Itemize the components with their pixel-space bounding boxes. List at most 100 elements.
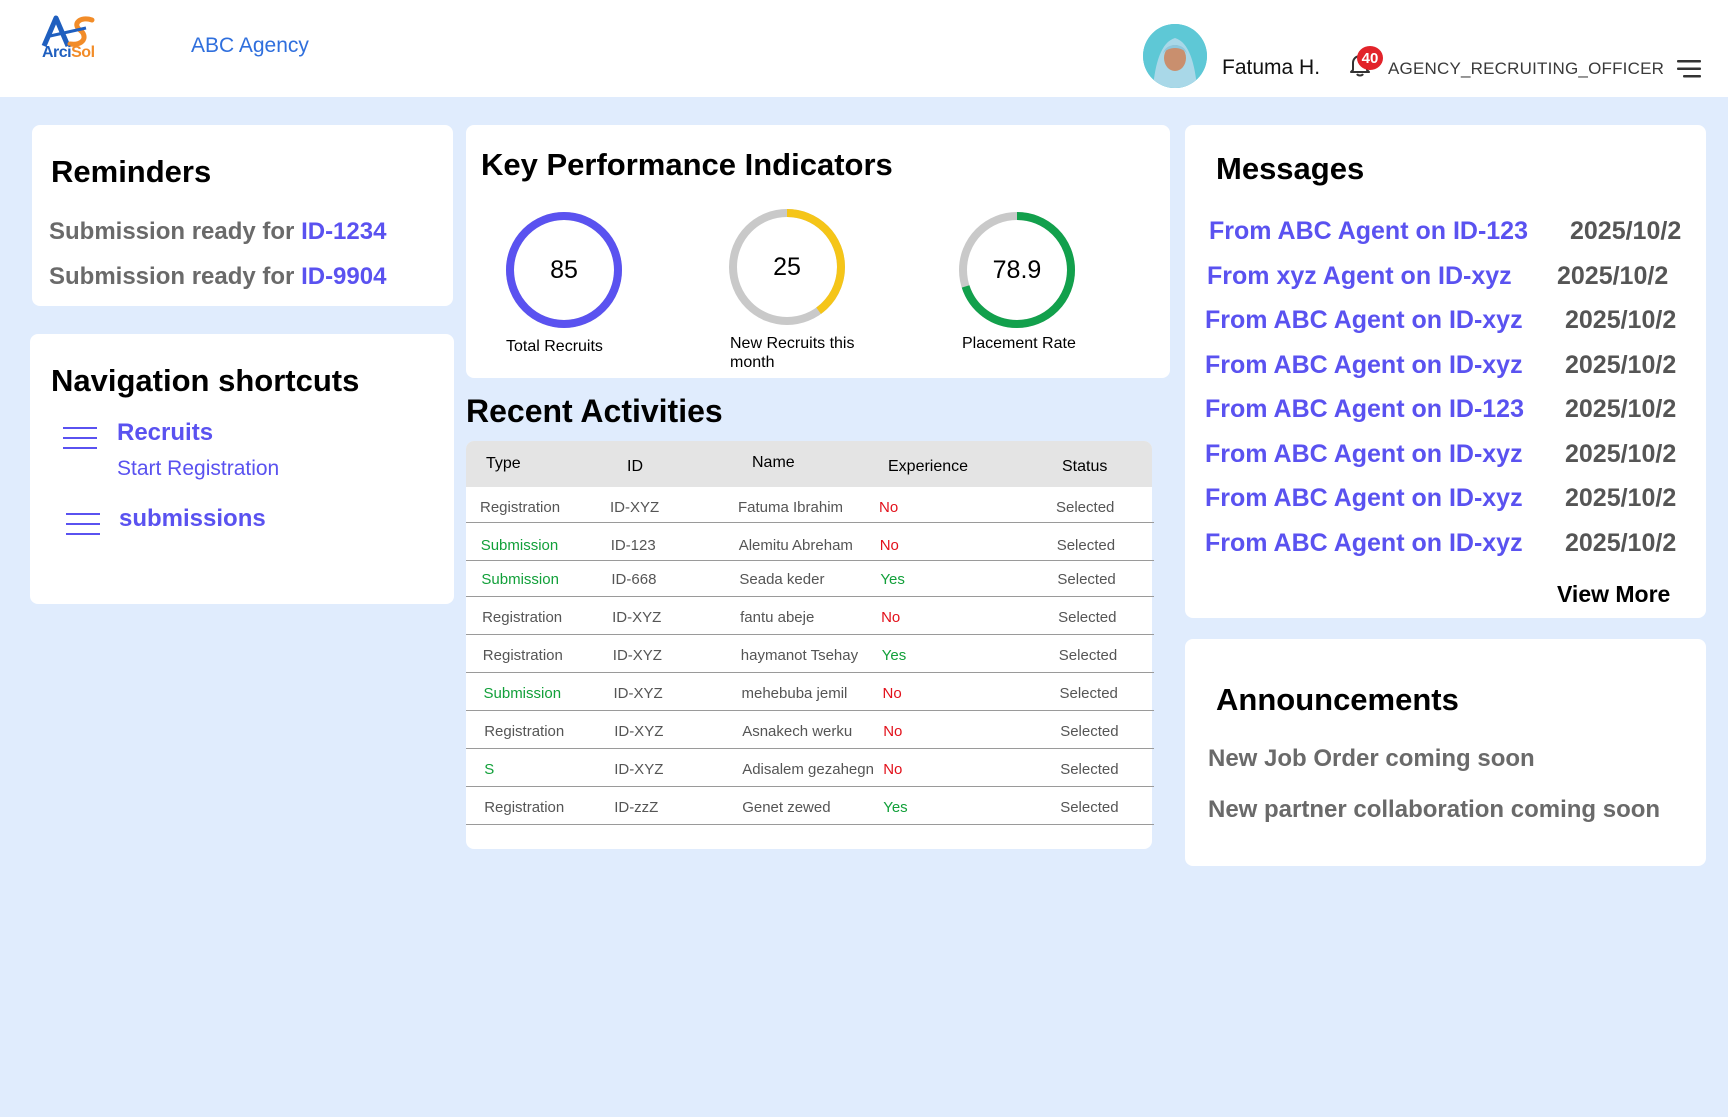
cell-id: ID-XYZ [612, 609, 662, 626]
table-row[interactable]: Submission ID-XYZ mehebuba jemil No Selected [466, 673, 1154, 711]
cell-type: Registration [480, 499, 561, 516]
table-row[interactable]: S ID-XYZ Adisalem gezahegn No Selected [466, 749, 1154, 787]
cell-experience: No [883, 761, 903, 778]
cell-id: ID-XYZ [614, 723, 664, 740]
reminders-card: Reminders Submission ready for ID-1234 S… [32, 125, 453, 306]
table-row[interactable]: Submission ID-123 Alemitu Abreham No Selecte… [466, 525, 1154, 561]
recent-activities-title: Recent Activities [466, 393, 723, 429]
cell-experience: Yes [880, 571, 905, 588]
cell-experience: No [879, 499, 899, 516]
cell-name: mehebuba jemil [741, 685, 848, 702]
message-sender-link[interactable]: From ABC Agent on ID-xyz [1205, 306, 1523, 335]
messages-title: Messages [1216, 151, 1365, 186]
cell-status: Selected [1057, 571, 1116, 588]
notification-badge[interactable]: 40 [1357, 46, 1383, 70]
navigation-shortcuts-card: Navigation shortcuts Recruits Start Regi… [30, 334, 454, 604]
message-date: 2025/10/2 [1565, 439, 1677, 468]
nav-recruits-link[interactable]: Recruits [117, 419, 213, 447]
cell-status: Selected [1060, 723, 1119, 740]
avatar[interactable] [1143, 24, 1207, 88]
message-date: 2025/10/2 [1565, 306, 1677, 334]
cell-experience: No [883, 723, 903, 740]
cell-name: fantu abeje [740, 609, 815, 626]
cell-id: ID-XYZ [612, 647, 662, 664]
reminders-title: Reminders [51, 154, 212, 189]
cell-status: Selected [1060, 761, 1119, 778]
column-header-status[interactable]: Status [1062, 458, 1107, 476]
cell-status: Selected [1058, 609, 1117, 626]
cell-experience: Yes [883, 799, 908, 816]
table-row[interactable]: Submission ID-668 Seada keder Yes Selected [466, 559, 1154, 597]
cell-experience: Yes [881, 647, 907, 664]
table-row[interactable]: Registration ID-zzZ Genet zewed Yes Selected [466, 787, 1154, 825]
table-row[interactable]: Registration ID-XYZ haymanot Tsehay Yes Sele… [466, 635, 1154, 673]
cell-name: Adisalem gezahegn [742, 761, 874, 778]
cell-id: ID-XYZ [614, 761, 664, 778]
user-role: AGENCY_RECRUITING_OFFICER [1388, 59, 1665, 78]
kpi-gauge-new-recruits: 25 [722, 202, 852, 332]
reminder-id-link[interactable]: ID-9904 [301, 263, 386, 290]
hamburger-menu-icon[interactable] [1677, 59, 1701, 79]
cell-experience: No [882, 685, 902, 702]
cell-type: Registration [484, 723, 565, 740]
cell-name: Seada keder [739, 571, 825, 588]
message-sender-link[interactable]: From ABC Agent on ID-xyz [1205, 529, 1523, 558]
kpi-title: Key Performance Indicators [481, 147, 893, 182]
announcements-title: Announcements [1216, 682, 1459, 717]
table-row[interactable]: Registration ID-XYZ Fatuma Ibrahim No Select… [466, 487, 1154, 523]
cell-type: Registration [482, 647, 563, 664]
cell-name: Genet zewed [742, 799, 831, 816]
kpi-value: 85 [550, 255, 578, 284]
kpi-label: Total Recruits [506, 338, 603, 355]
message-sender-link[interactable]: From ABC Agent on ID-123 [1209, 217, 1528, 246]
agency-name: ABC Agency [191, 34, 309, 57]
table-header: Type ID Name Experience Status [466, 441, 1152, 487]
announcement-item[interactable]: New partner collaboration coming soon [1208, 796, 1660, 824]
message-sender-link[interactable]: From ABC Agent on ID-xyz [1205, 484, 1523, 513]
cell-name: Asnakech werku [742, 723, 853, 740]
nav-submissions-link[interactable]: submissions [119, 505, 266, 533]
column-header-type[interactable]: Type [486, 455, 521, 473]
start-registration-link[interactable]: Start Registration [117, 457, 279, 481]
column-header-experience[interactable]: Experience [888, 458, 968, 476]
navigation-title: Navigation shortcuts [51, 363, 360, 398]
message-date: 2025/10/2 [1557, 261, 1669, 290]
message-sender-link[interactable]: From ABC Agent on ID-xyz [1205, 440, 1523, 469]
list-icon[interactable] [63, 426, 97, 450]
column-header-name[interactable]: Name [752, 454, 795, 472]
kpi-label: New Recruits this month [730, 335, 855, 371]
message-date: 2025/10/2 [1565, 350, 1677, 379]
message-sender-link[interactable]: From ABC Agent on ID-xyz [1205, 351, 1523, 380]
cell-id: ID-668 [611, 571, 657, 588]
cell-id: ID-XYZ [610, 499, 660, 516]
message-sender-link[interactable]: From xyz Agent on ID-xyz [1207, 262, 1512, 291]
cell-experience: No [879, 537, 899, 554]
message-date: 2025/10/2 [1565, 484, 1677, 512]
message-sender-link[interactable]: From ABC Agent on ID-123 [1205, 395, 1524, 424]
announcement-item[interactable]: New Job Order coming soon [1208, 745, 1535, 773]
cell-id: ID-zzZ [614, 799, 659, 816]
cell-status: Selected [1058, 647, 1118, 664]
cell-experience: No [881, 609, 901, 626]
reminder-item[interactable]: Submission ready for ID-9904 [49, 263, 386, 291]
column-header-id[interactable]: ID [627, 458, 643, 476]
view-more-link[interactable]: View More [1557, 581, 1670, 608]
cell-id: ID-XYZ [613, 685, 663, 702]
cell-status: Selected [1059, 685, 1118, 702]
cell-name: Fatuma Ibrahim [738, 499, 844, 516]
table-row[interactable]: Registration ID-XYZ Asnakech werku No Select… [466, 711, 1154, 749]
cell-type: Submission [483, 685, 562, 702]
list-icon[interactable] [66, 512, 100, 536]
cell-name: Alemitu Abreham [738, 537, 853, 554]
cell-status: Selected [1060, 799, 1119, 816]
cell-type: Registration [482, 609, 563, 626]
cell-type: Submission [481, 571, 559, 588]
user-name[interactable]: Fatuma H. [1222, 56, 1320, 80]
table-row[interactable]: Registration ID-XYZ fantu abeje No Selected [466, 597, 1154, 635]
reminder-item[interactable]: Submission ready for ID-1234 [49, 218, 386, 246]
top-header: ArciSol ABC Agency Fatuma H. 40 AGENCY_R… [0, 0, 1728, 97]
cell-id: ID-123 [610, 537, 656, 554]
logo-wordmark: ArciSol [42, 44, 95, 61]
kpi-label: Placement Rate [962, 335, 1076, 352]
reminder-id-link[interactable]: ID-1234 [301, 218, 386, 245]
